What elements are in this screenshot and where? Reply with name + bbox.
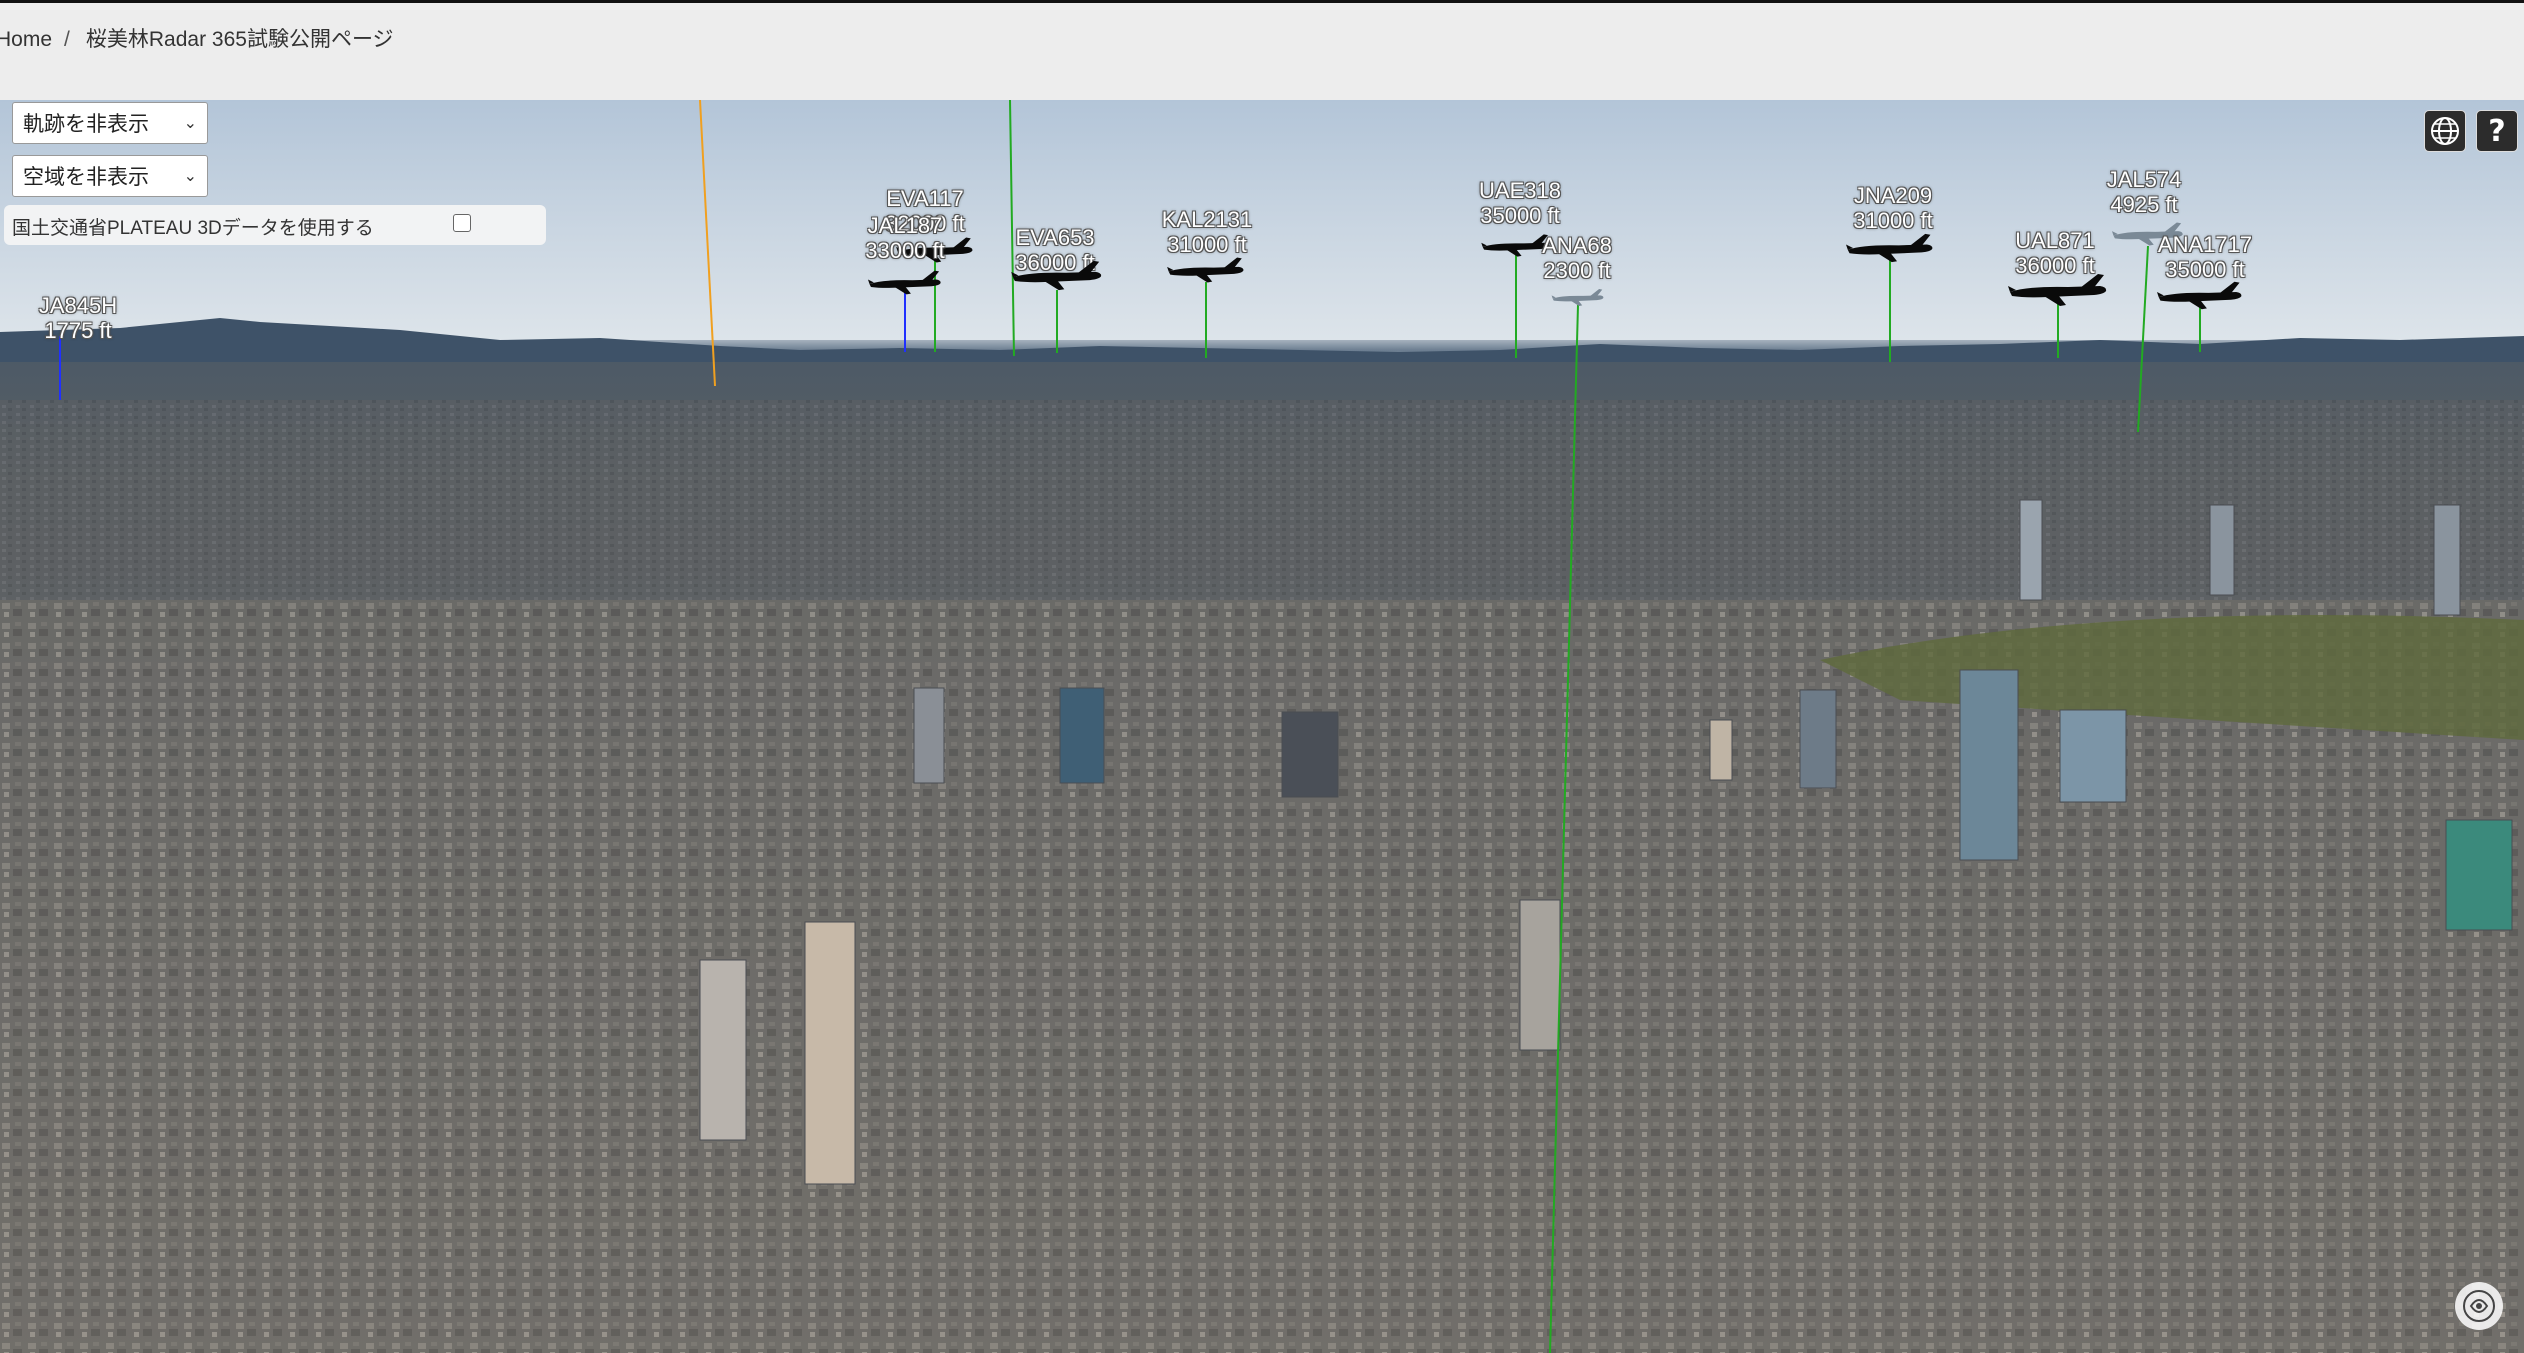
- breadcrumb-current: 桜美林Radar 365試験公開ページ: [85, 28, 394, 51]
- track-display-value: 軌跡を非表示: [23, 113, 149, 136]
- aircraft-callsign: JNA209: [1853, 183, 1933, 208]
- aircraft-label[interactable]: KAL2131 31000 ft: [1162, 207, 1253, 257]
- breadcrumb: Home / 桜美林Radar 365試験公開ページ: [0, 23, 394, 53]
- aircraft-altitude: 1775 ft: [44, 318, 112, 343]
- aircraft-label[interactable]: ANA68 2300 ft: [1542, 233, 1612, 283]
- aircraft-label[interactable]: UAE318 35000 ft: [1479, 178, 1561, 228]
- chevron-down-icon: ⌄: [183, 115, 197, 132]
- airplane-icon[interactable]: [1167, 256, 1245, 289]
- airplane-icon[interactable]: [1846, 232, 1934, 269]
- distant-city: [0, 400, 2524, 600]
- help-button[interactable]: ?: [2476, 110, 2518, 152]
- plateau-checkbox[interactable]: [453, 214, 471, 232]
- airspace-display-select[interactable]: 空域を非表示 ⌄: [12, 155, 208, 197]
- aircraft-callsign: JAL574: [2106, 167, 2182, 192]
- 3d-map-viewer[interactable]: JA845H 1775 ft EVA117 32000 ft JAL187 33000 …: [0, 100, 2524, 1353]
- aircraft-altitude: 35000 ft: [2165, 257, 2245, 282]
- airplane-icon[interactable]: [2008, 272, 2108, 313]
- airspace-display-value: 空域を非表示: [23, 166, 149, 189]
- aircraft-altitude: 35000 ft: [1480, 203, 1560, 228]
- aircraft-callsign: JA845H: [38, 293, 118, 318]
- aircraft-callsign: KAL2131: [1161, 207, 1253, 232]
- aircraft-label[interactable]: JAL574 4925 ft: [2107, 167, 2182, 217]
- airplane-icon[interactable]: [2157, 280, 2243, 316]
- aircraft-callsign: JAL187: [867, 213, 943, 238]
- plateau-option: 国土交通省PLATEAU 3Dデータを使用する: [4, 205, 546, 245]
- breadcrumb-separator: /: [64, 28, 70, 51]
- aircraft-label[interactable]: JA845H 1775 ft: [39, 293, 117, 343]
- globe-button[interactable]: [2424, 110, 2466, 152]
- breadcrumb-home-link[interactable]: Home: [0, 28, 52, 51]
- cesium-logo-icon[interactable]: [2455, 1282, 2503, 1330]
- aircraft-altitude: 2300 ft: [1543, 258, 1611, 283]
- globe-icon: [2431, 117, 2459, 145]
- aircraft-callsign: EVA117: [886, 186, 964, 211]
- aircraft-callsign: ANA68: [1542, 233, 1612, 258]
- airplane-icon[interactable]: [1011, 259, 1103, 297]
- aircraft-callsign: UAL871: [2015, 228, 2095, 253]
- aircraft-altitude: 31000 ft: [1167, 232, 1247, 257]
- airplane-icon[interactable]: [1481, 233, 1551, 263]
- chevron-down-icon: ⌄: [183, 168, 197, 185]
- track-display-select[interactable]: 軌跡を非表示 ⌄: [12, 102, 208, 144]
- attribution-icon: [2463, 1290, 2495, 1322]
- plateau-label: 国土交通省PLATEAU 3Dデータを使用する: [12, 218, 374, 239]
- aircraft-label[interactable]: JAL187 33000 ft: [865, 213, 945, 263]
- aircraft-callsign: EVA653: [1015, 225, 1095, 250]
- aircraft-callsign: ANA1717: [2157, 232, 2253, 257]
- city-scene: [0, 100, 2524, 1353]
- aircraft-label[interactable]: JNA209 31000 ft: [1853, 183, 1933, 233]
- aircraft-altitude: 4925 ft: [2110, 192, 2178, 217]
- top-bar: Home / 桜美林Radar 365試験公開ページ: [0, 0, 2524, 100]
- help-icon: ?: [2488, 113, 2506, 149]
- aircraft-label[interactable]: UAL871 36000 ft: [2015, 228, 2095, 278]
- aircraft-callsign: UAE318: [1479, 178, 1561, 203]
- airplane-icon[interactable]: [868, 269, 942, 301]
- aircraft-altitude: 33000 ft: [865, 238, 945, 263]
- aircraft-label[interactable]: ANA1717 35000 ft: [2158, 232, 2252, 282]
- aircraft-altitude: 31000 ft: [1853, 208, 1933, 233]
- airplane-icon[interactable]: [1551, 288, 1605, 312]
